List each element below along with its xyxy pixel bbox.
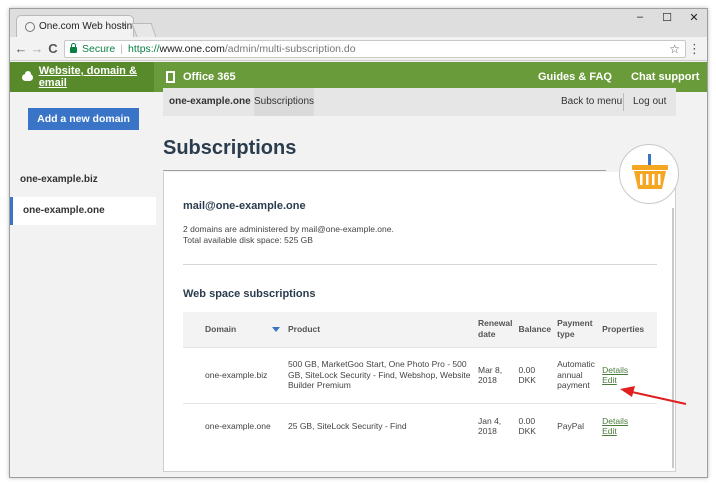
cell-payment: PayPal	[554, 402, 600, 449]
subscriptions-card: mail@one-example.one 2 domains are admin…	[163, 172, 676, 472]
col-renewal-label-2: date	[478, 329, 496, 340]
mail-account-info: 2 domains are administered by mail@one-e…	[183, 224, 394, 246]
cell-product: 500 GB, MarketGoo Start, One Photo Pro -…	[285, 346, 475, 403]
col-payment-type: Payment type	[554, 312, 599, 347]
office365-icon	[166, 71, 175, 83]
secure-label: Secure	[82, 43, 116, 55]
back-to-menu-link[interactable]: Back to menu	[561, 88, 622, 116]
basket-badge	[619, 144, 679, 204]
url-host: www.one.com	[159, 43, 225, 55]
lock-icon	[70, 43, 77, 53]
mail-info-domains: 2 domains are administered by mail@one-e…	[183, 224, 394, 234]
sidebar-item-one-example-one[interactable]: one-example.one	[10, 197, 156, 225]
cell-renewal-line-1: Mar 8,	[478, 364, 503, 375]
sort-down-icon[interactable]	[272, 327, 281, 332]
sidebar-item-one-example-biz[interactable]: one-example.biz	[10, 166, 156, 194]
cell-renewal: Mar 8, 2018	[475, 346, 516, 403]
cell-balance-amount: 0.00	[518, 415, 536, 426]
cell-renewal-line-2: 2018	[478, 426, 497, 437]
sidebar: Add a new domain one-example.biz one-exa…	[10, 92, 156, 477]
cloud-icon	[22, 70, 33, 81]
url-scheme: https://	[128, 43, 160, 55]
cell-balance-currency: DKK	[518, 375, 536, 385]
cell-balance: 0.00 DKK	[515, 346, 555, 403]
minimize-button[interactable]: –	[628, 11, 652, 23]
tab-close-icon[interactable]: ×	[122, 20, 127, 30]
col-renewal-date: Renewal date	[475, 312, 516, 347]
section-divider	[183, 264, 657, 265]
forward-icon[interactable]: →	[30, 41, 44, 57]
col-domain-label: Domain	[205, 323, 237, 334]
cell-domain: one-example.one	[183, 402, 285, 449]
nav-office365-label: Office 365	[183, 71, 236, 83]
tab-title: One.com Web hosting	[39, 21, 133, 32]
subnav-divider	[623, 93, 624, 111]
cell-properties: Details Edit	[599, 346, 657, 403]
title-divider	[163, 170, 606, 171]
page-title: Subscriptions	[163, 137, 297, 159]
new-tab-button[interactable]	[131, 23, 157, 37]
cell-renewal-line-1: Jan 4,	[478, 415, 502, 426]
edit-link[interactable]: Edit	[602, 375, 654, 386]
scrollbar[interactable]	[672, 208, 674, 468]
subnav-domain-name: one-example.one	[169, 96, 251, 107]
url-path: /admin/multi-subscription.do	[224, 43, 356, 55]
edit-link[interactable]: Edit	[602, 426, 654, 437]
table-row: one-example.biz 500 GB, MarketGoo Start,…	[183, 346, 657, 403]
tab-subscriptions[interactable]: Subscriptions	[254, 88, 314, 116]
col-payment-label-1: Payment	[557, 318, 593, 329]
col-domain[interactable]: Domain	[183, 312, 285, 347]
browser-tab[interactable]: One.com Web hosting ×	[16, 15, 134, 37]
cell-domain: one-example.biz	[183, 346, 285, 403]
cell-payment: Automatic annual payment	[554, 346, 600, 403]
table-header-row: Domain Product Renewal date Balance Payme…	[183, 312, 657, 347]
cell-balance-amount: 0.00	[518, 364, 536, 375]
address-bar[interactable]: Secure | https:// www.one.com /admin/mul…	[64, 40, 686, 58]
cell-product: 25 GB, SiteLock Security - Find	[285, 402, 475, 449]
subscriptions-table: Domain Product Renewal date Balance Payme…	[183, 312, 657, 449]
browser-toolbar: ← → C Secure | https:// www.one.com /adm…	[10, 37, 707, 61]
basket-icon	[632, 154, 668, 189]
mail-account-title: mail@one-example.one	[183, 200, 306, 212]
web-space-title: Web space subscriptions	[183, 288, 316, 300]
address-separator: |	[120, 43, 124, 55]
cell-renewal-line-2: 2018	[478, 375, 497, 385]
col-payment-label-2: type	[557, 329, 575, 340]
nav-website-domain-email-label: Website, domain & email	[38, 65, 137, 89]
cell-balance: 0.00 DKK	[515, 402, 555, 449]
tab-strip: One.com Web hosting × – ☐ ✕	[10, 9, 707, 37]
mail-info-disk-space: Total available disk space: 525 GB	[183, 235, 313, 245]
sub-navigation: one-example.one Subscriptions Back to me…	[163, 88, 676, 116]
reload-icon[interactable]: C	[46, 41, 60, 57]
details-link[interactable]: Details	[602, 365, 654, 376]
col-properties: Properties	[602, 323, 645, 334]
favicon-icon	[25, 21, 35, 32]
add-domain-button[interactable]: Add a new domain	[28, 108, 139, 130]
details-link[interactable]: Details	[602, 416, 654, 427]
cell-properties: Details Edit	[599, 402, 657, 449]
col-renewal-label-1: Renewal	[478, 318, 513, 329]
close-window-button[interactable]: ✕	[682, 11, 706, 24]
cell-balance-currency: DKK	[518, 426, 536, 437]
col-product: Product	[288, 323, 321, 334]
cell-renewal: Jan 4, 2018	[475, 402, 516, 449]
bookmark-star-icon[interactable]: ☆	[669, 42, 680, 56]
table-row: one-example.one 25 GB, SiteLock Security…	[183, 402, 657, 449]
maximize-button[interactable]: ☐	[655, 11, 679, 24]
col-balance: Balance	[518, 323, 552, 334]
back-icon[interactable]: ←	[14, 41, 28, 57]
nav-website-domain-email[interactable]: Website, domain & email	[10, 62, 154, 92]
browser-menu-icon[interactable]: ⋮	[688, 41, 701, 57]
logout-link[interactable]: Log out	[633, 88, 666, 116]
